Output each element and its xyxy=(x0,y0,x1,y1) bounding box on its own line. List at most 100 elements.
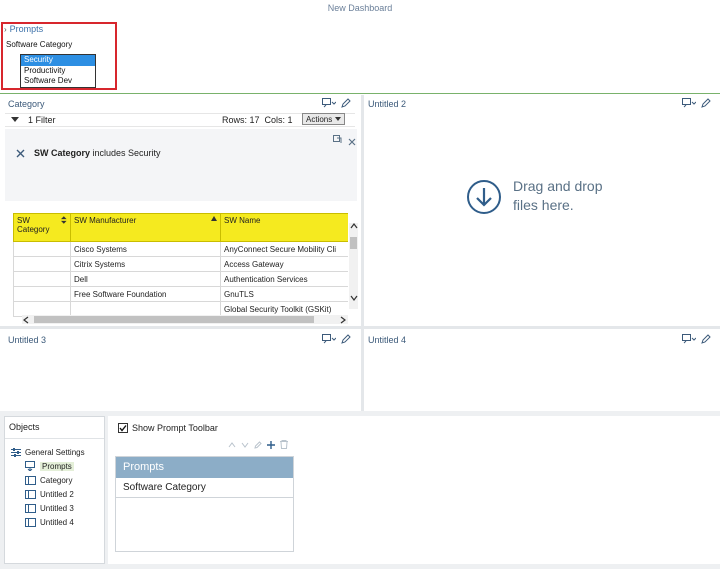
caret-down-icon xyxy=(11,117,19,122)
table-cell: Citrix Systems xyxy=(70,256,221,272)
tree-item-prompts[interactable]: Prompts xyxy=(11,459,85,473)
tree-item-untitled-2[interactable]: Untitled 2 xyxy=(11,487,85,501)
close-icon[interactable] xyxy=(348,138,356,146)
settings-sliders-icon xyxy=(11,447,21,457)
listbox-option-productivity[interactable]: Productivity xyxy=(21,66,95,77)
untitled3-panel: Untitled 3 xyxy=(0,329,361,411)
drop-line-1: Drag and drop xyxy=(513,178,603,194)
table-cell: Authentication Services xyxy=(220,271,348,287)
remove-filter-icon[interactable] xyxy=(16,149,25,158)
column-header-sw-category[interactable]: SW Category xyxy=(13,213,71,242)
tree-item-category[interactable]: Category xyxy=(11,473,85,487)
table-row[interactable]: Cisco Systems AnyConnect Secure Mobility… xyxy=(13,241,348,257)
objects-tree: General Settings Prompts Category Untitl… xyxy=(11,445,85,529)
untitled2-panel: Untitled 2 Drag and drop files here. xyxy=(364,95,720,326)
column-header-sw-manufacturer[interactable]: SW Manufacturer xyxy=(70,213,221,242)
untitled3-title: Untitled 3 xyxy=(8,335,47,345)
drop-zone-text: Drag and drop files here. xyxy=(513,177,603,215)
tree-item-label: Untitled 3 xyxy=(40,503,74,513)
edit-pencil-icon[interactable] xyxy=(701,98,711,108)
horizontal-scrollbar[interactable] xyxy=(22,315,348,324)
panel-icon xyxy=(25,475,36,485)
table-cell xyxy=(13,286,71,302)
table-cell: Free Software Foundation xyxy=(70,286,221,302)
prompt-list: Prompts Software Category xyxy=(115,456,294,552)
panel-icon xyxy=(25,489,36,499)
scroll-down-icon[interactable] xyxy=(350,295,358,301)
rows-count: Rows: 17 xyxy=(222,115,260,125)
filter-condition: includes Security xyxy=(90,148,161,158)
visualization-icon[interactable] xyxy=(682,98,696,108)
visualization-icon[interactable] xyxy=(322,98,336,108)
cols-count: Cols: 1 xyxy=(264,115,293,125)
show-prompt-toolbar-label: Show Prompt Toolbar xyxy=(132,423,218,433)
delete-trash-icon[interactable] xyxy=(280,440,288,449)
objects-divider xyxy=(5,438,104,439)
table-cell: Access Gateway xyxy=(220,256,348,272)
column-header-label: SW Manufacturer xyxy=(74,216,137,225)
chevron-right-icon: › xyxy=(4,24,7,34)
dashboard-title: New Dashboard xyxy=(327,3,393,13)
panel-icon xyxy=(25,517,36,527)
tree-item-label: Untitled 2 xyxy=(40,489,74,499)
scroll-right-icon[interactable] xyxy=(340,316,346,324)
move-up-icon[interactable] xyxy=(228,441,236,448)
column-header-sw-name[interactable]: SW Name xyxy=(220,213,348,242)
table-row[interactable]: Free Software Foundation GnuTLS xyxy=(13,286,348,302)
sort-icon[interactable] xyxy=(61,216,67,224)
drop-line-2: files here. xyxy=(513,197,574,213)
untitled2-tools xyxy=(682,98,711,108)
filter-toggle[interactable]: 1 Filter xyxy=(11,115,56,125)
listbox-option-security[interactable]: Security xyxy=(21,55,95,66)
add-icon[interactable] xyxy=(267,440,275,449)
table-row[interactable]: Dell Authentication Services xyxy=(13,271,348,287)
edit-pencil-icon[interactable] xyxy=(341,334,351,344)
scroll-left-icon[interactable] xyxy=(23,316,29,324)
tree-item-label: Untitled 4 xyxy=(40,517,74,527)
table-cell: GnuTLS xyxy=(220,286,348,302)
column-header-label: SW Category xyxy=(17,216,50,234)
prompt-list-item[interactable]: Software Category xyxy=(116,478,293,498)
untitled4-panel: Untitled 4 xyxy=(364,329,720,411)
tree-item-untitled-4[interactable]: Untitled 4 xyxy=(11,515,85,529)
expand-icon[interactable] xyxy=(333,135,342,144)
table-cell xyxy=(13,271,71,287)
prompts-header[interactable]: › Prompts xyxy=(4,24,43,34)
table-cell xyxy=(13,256,71,272)
scroll-up-icon[interactable] xyxy=(350,223,358,229)
edit-pencil-icon[interactable] xyxy=(701,334,711,344)
tree-item-untitled-3[interactable]: Untitled 3 xyxy=(11,501,85,515)
vertical-scroll-thumb[interactable] xyxy=(350,237,357,249)
visualization-icon[interactable] xyxy=(322,334,336,344)
edit-pencil-icon[interactable] xyxy=(341,98,351,108)
data-grid: SW Category SW Manufacturer SW Name Cisc… xyxy=(13,213,348,317)
untitled4-title: Untitled 4 xyxy=(368,335,407,345)
untitled3-tools xyxy=(322,334,351,344)
untitled4-tools xyxy=(682,334,711,344)
rows-cols-info: Rows: 17 Cols: 1 xyxy=(222,115,293,125)
listbox-option-software-dev[interactable]: Software Dev xyxy=(21,76,95,87)
prompt-list-toolbar xyxy=(228,440,288,449)
sort-icon[interactable] xyxy=(211,216,217,222)
software-category-label: Software Category xyxy=(6,40,73,49)
table-cell: AnyConnect Secure Mobility Cli xyxy=(220,241,348,257)
checkbox-checked-icon[interactable] xyxy=(118,423,128,433)
tree-item-label: General Settings xyxy=(25,447,85,457)
table-cell xyxy=(13,241,71,257)
table-row[interactable]: Citrix Systems Access Gateway xyxy=(13,256,348,272)
prompt-icon xyxy=(25,461,35,471)
table-cell: Cisco Systems xyxy=(70,241,221,257)
show-prompt-toolbar[interactable]: Show Prompt Toolbar xyxy=(118,423,218,433)
move-down-icon[interactable] xyxy=(241,442,249,448)
tree-item-general-settings[interactable]: General Settings xyxy=(11,445,85,459)
visualization-icon[interactable] xyxy=(682,334,696,344)
filter-card xyxy=(5,129,357,201)
tree-item-label: Prompts xyxy=(40,461,74,471)
horizontal-scroll-thumb[interactable] xyxy=(34,316,314,323)
edit-pencil-icon[interactable] xyxy=(254,440,262,449)
filter-field: SW Category xyxy=(34,148,91,158)
actions-dropdown[interactable]: Actions xyxy=(302,113,346,125)
tree-item-label: Category xyxy=(40,475,73,485)
category-panel-title: Category xyxy=(8,99,45,109)
software-category-listbox[interactable]: Security Productivity Software Dev xyxy=(20,54,96,88)
